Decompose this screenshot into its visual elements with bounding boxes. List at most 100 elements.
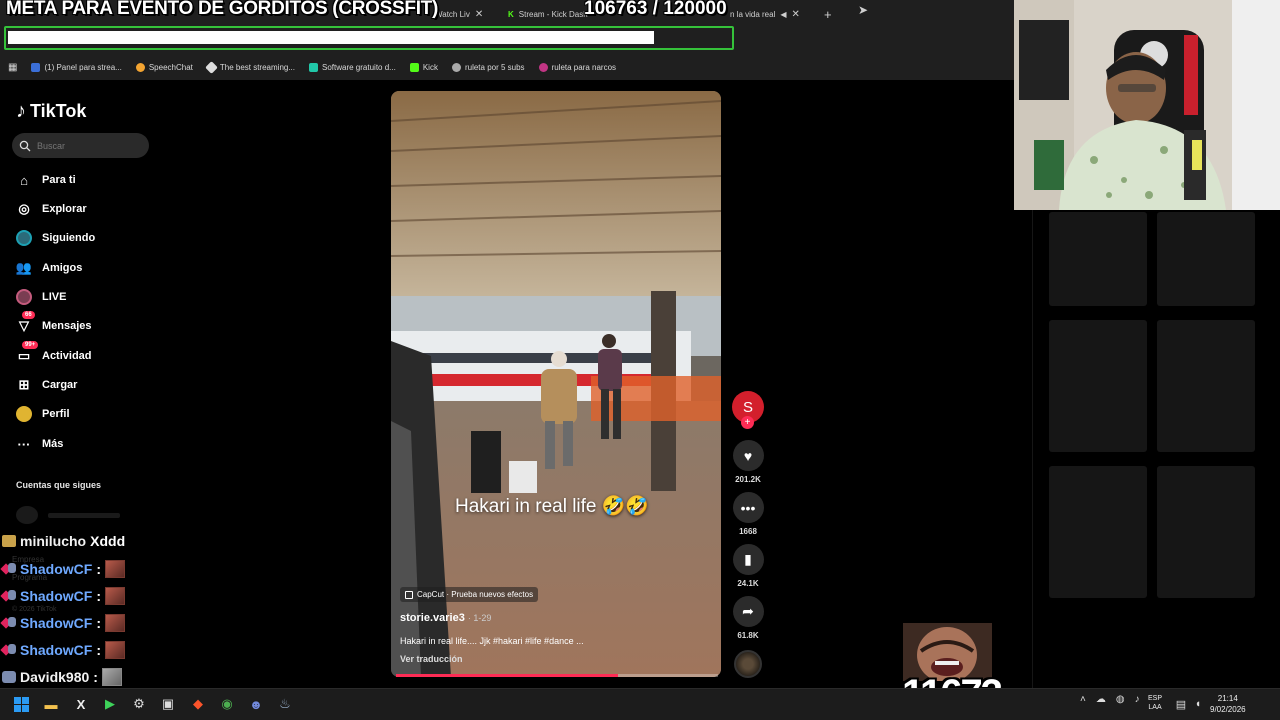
sidebar-item-actividad[interactable]: ▭ 99+ Actividad xyxy=(16,341,92,364)
bookmark-item[interactable]: (1) Panel para strea... xyxy=(31,62,122,72)
sidebar-item-cargar[interactable]: ⊞ Cargar xyxy=(16,377,78,393)
sidebar-item-amigos[interactable]: 👥 Amigos xyxy=(16,260,82,276)
avatar-letter: S xyxy=(742,398,753,416)
file-explorer-icon[interactable]: ▬ xyxy=(42,695,60,713)
microphone-icon[interactable]: ♪ xyxy=(1135,694,1140,705)
sidebar-item-siguiendo[interactable]: Siguiendo xyxy=(16,230,95,246)
like-action[interactable]: ♥ 201.2K xyxy=(732,440,764,484)
steam-icon[interactable]: ♨ xyxy=(276,695,294,713)
bookmark-item[interactable]: SpeechChat xyxy=(135,62,193,72)
chat-text: : xyxy=(96,588,102,604)
browser-tab-active[interactable]: n la vida real ◀ ✕ xyxy=(730,4,820,24)
share-icon[interactable]: ➦ xyxy=(732,596,764,627)
sidebar-item-label: Amigos xyxy=(42,262,83,274)
sidebar-item-label: Actividad xyxy=(42,350,92,362)
emote-icon xyxy=(105,587,126,605)
bookmark-item[interactable]: ruleta por 5 subs xyxy=(451,62,525,72)
close-icon[interactable]: ✕ xyxy=(475,9,483,20)
logo-text: TikTok xyxy=(30,101,87,121)
chat-text: : xyxy=(93,669,98,685)
sidebar-item-label: Perfil xyxy=(42,408,70,420)
bookmark-label: Kick xyxy=(422,62,438,72)
search-input[interactable] xyxy=(37,140,137,151)
loading-placeholder xyxy=(1157,320,1255,452)
cloud-icon[interactable]: ☁ xyxy=(1096,694,1106,705)
comment-count: 1668 xyxy=(739,527,757,536)
capcut-effect-tag[interactable]: CapCut · Prueba nuevos efectos xyxy=(400,587,539,602)
app-x-icon[interactable]: X xyxy=(72,695,90,713)
sidebar-item-para-ti[interactable]: ⌂ Para ti xyxy=(16,172,76,188)
bookmark-label: Software gratuito d... xyxy=(322,62,396,72)
chat-username: ShadowCF xyxy=(20,615,93,631)
brave-icon[interactable]: ◆ xyxy=(189,695,207,713)
more-icon: ··· xyxy=(17,436,31,452)
bookmark-item[interactable]: ruleta para narcos xyxy=(538,62,616,72)
bookmark-item[interactable]: The best streaming... xyxy=(204,60,295,74)
chat-message: Davidk980 : xyxy=(2,668,122,686)
comment-action[interactable]: ••• 1668 xyxy=(732,492,764,536)
translate-link[interactable]: Ver traducción xyxy=(400,654,463,664)
sidebar-item-label: Siguiendo xyxy=(42,232,96,244)
sidebar-item-perfil[interactable]: Perfil xyxy=(16,406,70,422)
bookmark-label: (1) Panel para strea... xyxy=(44,62,122,72)
tab-label: n la vida real xyxy=(730,9,776,19)
save-action[interactable]: ▮ 24.1K xyxy=(732,544,764,588)
search-box[interactable] xyxy=(12,133,149,158)
home-icon: ⌂ xyxy=(20,172,28,188)
apps-grid-icon[interactable]: ▦ xyxy=(8,62,17,73)
chat-message: minilucho Xddd xyxy=(2,533,125,549)
kick-icon xyxy=(409,62,419,72)
kick-icon: K xyxy=(508,9,514,19)
chat-text: : xyxy=(96,615,102,631)
bookmark-item[interactable]: Kick xyxy=(409,62,438,72)
taskbar-clock[interactable]: 21:14 9/02/2026 xyxy=(1210,693,1246,715)
live-icon xyxy=(16,289,32,305)
sidebar-item-mensajes[interactable]: ▽ 66 Mensajes xyxy=(16,311,92,334)
comment-icon[interactable]: ••• xyxy=(732,492,764,523)
upload-icon: ⊞ xyxy=(18,377,30,392)
language-code: ESP xyxy=(1148,695,1163,702)
new-tab-button[interactable]: + xyxy=(824,4,832,24)
sidebar-item-label: Para ti xyxy=(42,174,76,186)
bookmark-icon xyxy=(204,60,218,74)
chat-message: ShadowCF : xyxy=(2,560,126,578)
discord-icon[interactable]: ☻ xyxy=(247,695,265,713)
capcut-label: CapCut · Prueba nuevos efectos xyxy=(417,590,534,599)
webcam-image xyxy=(1014,0,1280,210)
sidebar-item-mas[interactable]: ··· Más xyxy=(16,436,64,452)
tiktok-logo[interactable]: ♪ TikTok xyxy=(16,100,86,123)
compass-icon: ◎ xyxy=(18,201,30,216)
sidebar-item-live[interactable]: LIVE xyxy=(16,289,66,305)
tab-label: Watch Liv xyxy=(435,9,470,19)
video-description: Hakari in real life.... Jjk #hakari #lif… xyxy=(400,636,584,646)
browser-tab[interactable]: Watch Liv ✕ xyxy=(435,4,495,24)
loading-placeholder xyxy=(1049,320,1147,452)
play-app-icon[interactable]: ▶ xyxy=(101,695,119,713)
system-tray: ˄ ☁ ◍ ♪ xyxy=(1080,694,1140,705)
bookmarks-bar: ▦ (1) Panel para strea... SpeechChat The… xyxy=(0,54,1014,80)
windows-start-icon[interactable] xyxy=(12,695,30,713)
shield-icon[interactable]: ◍ xyxy=(1116,694,1125,705)
bookmark-label: ruleta por 5 subs xyxy=(464,62,525,72)
sidebar-item-explorar[interactable]: ◎ Explorar xyxy=(16,201,86,217)
capture-app-icon[interactable]: ▣ xyxy=(159,695,177,713)
network-icon[interactable]: ▤ xyxy=(1172,695,1190,713)
language-indicator[interactable]: ESP LAA xyxy=(1148,694,1162,712)
activity-badge: 99+ xyxy=(22,341,39,349)
chat-message: ShadowCF : xyxy=(2,614,126,632)
chevron-up-icon[interactable]: ˄ xyxy=(1080,694,1086,705)
follow-plus-icon[interactable]: + xyxy=(741,416,754,429)
share-action[interactable]: ➦ 61.8K xyxy=(732,596,764,640)
close-icon[interactable]: ✕ xyxy=(792,9,800,20)
video-author[interactable]: storie.varie3 · 1-29 xyxy=(400,612,491,624)
volume-icon[interactable]: ◖ xyxy=(1189,695,1207,713)
chrome-icon[interactable]: ◉ xyxy=(218,695,236,713)
capcut-icon xyxy=(405,590,413,599)
chat-username: Davidk980 xyxy=(20,669,90,685)
music-disc-icon[interactable] xyxy=(734,650,762,678)
settings-app-icon[interactable]: ⚙ xyxy=(130,695,148,713)
bookmark-icon[interactable]: ▮ xyxy=(732,544,764,575)
chat-text: : xyxy=(96,642,102,658)
heart-icon[interactable]: ♥ xyxy=(732,440,764,471)
bookmark-item[interactable]: Software gratuito d... xyxy=(309,62,396,72)
